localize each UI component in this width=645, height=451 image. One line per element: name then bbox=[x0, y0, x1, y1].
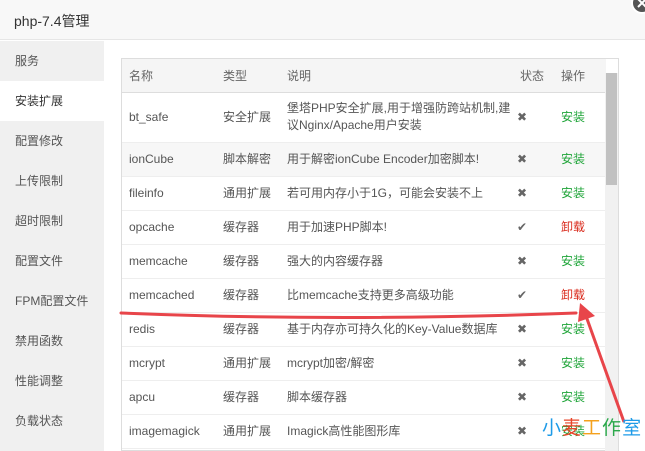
dialog-title: php-7.4管理 bbox=[14, 13, 90, 29]
col-header-desc: 说明 bbox=[280, 59, 513, 93]
table-header-row: 名称 类型 说明 状态 操作 bbox=[122, 59, 606, 93]
ext-desc: 基于内存亦可持久化的Key-Value数据库 bbox=[280, 312, 513, 347]
ext-name: mcrypt bbox=[122, 346, 216, 381]
action-cell: 卸载 bbox=[554, 278, 606, 313]
table-row: mcrypt 通用扩展 mcrypt加密/解密 ✖ 安装 bbox=[122, 346, 606, 381]
col-header-name: 名称 bbox=[122, 59, 216, 93]
action-cell: 安装 bbox=[554, 176, 606, 211]
ext-status-icon: ✖ bbox=[513, 380, 554, 415]
ext-desc: 用于解密ionCube Encoder加密脚本! bbox=[280, 142, 513, 177]
ext-desc: Imagick高性能图形库 bbox=[280, 414, 513, 449]
watermark-char: 工 bbox=[582, 418, 603, 439]
uninstall-button[interactable]: 卸载 bbox=[561, 220, 585, 234]
ext-desc: 若可用内存小于1G，可能会安装不上 bbox=[280, 176, 513, 211]
watermark: 小麦工作室 bbox=[542, 413, 642, 440]
action-cell: 安装 bbox=[554, 380, 606, 415]
watermark-char: 麦 bbox=[562, 418, 583, 439]
ext-desc: 堡塔PHP安全扩展,用于增强防跨站机制,建议Nginx/Apache用户安装 bbox=[280, 92, 513, 143]
table-row: memcached 缓存器 比memcache支持更多高级功能 ✔ 卸载 bbox=[122, 278, 606, 313]
install-button[interactable]: 安装 bbox=[561, 390, 585, 404]
table-row: ionCube 脚本解密 用于解密ionCube Encoder加密脚本! ✖ 安装 bbox=[122, 142, 606, 177]
uninstall-button[interactable]: 卸载 bbox=[561, 288, 585, 302]
ext-type: 缓存器 bbox=[216, 312, 280, 347]
extensions-table-container: 名称 类型 说明 状态 操作 bt_safe 安全扩展 堡塔PHP安全扩展,用于增强… bbox=[121, 58, 619, 451]
ext-name: bt_safe bbox=[122, 92, 216, 143]
install-button[interactable]: 安装 bbox=[561, 110, 585, 124]
sidebar-item[interactable]: 禁用函数 bbox=[0, 321, 104, 361]
ext-status-icon: ✖ bbox=[513, 92, 554, 143]
ext-status-icon: ✖ bbox=[513, 312, 554, 347]
ext-type: 缓存器 bbox=[216, 210, 280, 245]
table-row: memcache 缓存器 强大的内容缓存器 ✖ 安装 bbox=[122, 244, 606, 279]
table-row: bt_safe 安全扩展 堡塔PHP安全扩展,用于增强防跨站机制,建议Nginx/A… bbox=[122, 92, 606, 143]
ext-desc: 强大的内容缓存器 bbox=[280, 244, 513, 279]
php-manager-dialog: php-7.4管理 服务 安装扩展 配置修改 上传限制 超时限制 配置文件 FPM配置文件禁… bbox=[0, 0, 645, 451]
dialog-titlebar: php-7.4管理 bbox=[0, 0, 645, 40]
ext-name: ionCube bbox=[122, 142, 216, 177]
sidebar-item[interactable]: 服务 bbox=[0, 41, 104, 81]
ext-name: memcache bbox=[122, 244, 216, 279]
action-cell: 安装 bbox=[554, 142, 606, 177]
ext-status-icon: ✖ bbox=[513, 346, 554, 381]
install-button[interactable]: 安装 bbox=[561, 186, 585, 200]
sidebar-item[interactable]: 超时限制 bbox=[0, 201, 104, 241]
watermark-char: 作 bbox=[602, 418, 623, 439]
action-cell: 安装 bbox=[554, 244, 606, 279]
col-header-status: 状态 bbox=[513, 59, 554, 93]
ext-type: 缓存器 bbox=[216, 244, 280, 279]
col-header-type: 类型 bbox=[216, 59, 280, 93]
table-scrollbar[interactable] bbox=[605, 73, 618, 451]
table-row: redis 缓存器 基于内存亦可持久化的Key-Value数据库 ✖ 安装 bbox=[122, 312, 606, 347]
sidebar-item[interactable]: 上传限制 bbox=[0, 161, 104, 201]
ext-name: opcache bbox=[122, 210, 216, 245]
ext-type: 脚本解密 bbox=[216, 142, 280, 177]
ext-name: fileinfo bbox=[122, 176, 216, 211]
table-row: opcache 缓存器 用于加速PHP脚本! ✔ 卸载 bbox=[122, 210, 606, 245]
watermark-char: 小 bbox=[542, 418, 563, 439]
install-button[interactable]: 安装 bbox=[561, 254, 585, 268]
action-cell: 安装 bbox=[554, 92, 606, 143]
scrollbar-thumb[interactable] bbox=[606, 73, 617, 185]
ext-type: 安全扩展 bbox=[216, 92, 280, 143]
ext-status-icon: ✖ bbox=[513, 176, 554, 211]
sidebar-item[interactable]: 负载状态 bbox=[0, 401, 104, 441]
ext-name: imagemagick bbox=[122, 414, 216, 449]
action-cell: 安装 bbox=[554, 346, 606, 381]
ext-type: 缓存器 bbox=[216, 278, 280, 313]
ext-name: apcu bbox=[122, 380, 216, 415]
table-row: fileinfo 通用扩展 若可用内存小于1G，可能会安装不上 ✖ 安装 bbox=[122, 176, 606, 211]
install-button[interactable]: 安装 bbox=[561, 322, 585, 336]
extensions-table: 名称 类型 说明 状态 操作 bt_safe 安全扩展 堡塔PHP安全扩展,用于增强… bbox=[122, 59, 606, 449]
sidebar: 服务 安装扩展 配置修改 上传限制 超时限制 配置文件 FPM配置文件 禁用函数 性能调整 负载状… bbox=[0, 41, 104, 451]
ext-type: 通用扩展 bbox=[216, 346, 280, 381]
table-row: imagemagick 通用扩展 Imagick高性能图形库 ✖ 安装 bbox=[122, 414, 606, 449]
ext-type: 通用扩展 bbox=[216, 176, 280, 211]
ext-desc: 用于加速PHP脚本! bbox=[280, 210, 513, 245]
ext-status-icon: ✔ bbox=[513, 278, 554, 313]
ext-type: 通用扩展 bbox=[216, 414, 280, 449]
ext-desc: 脚本缓存器 bbox=[280, 380, 513, 415]
action-cell: 卸载 bbox=[554, 210, 606, 245]
table-row: apcu 缓存器 脚本缓存器 ✖ 安装 bbox=[122, 380, 606, 415]
ext-type: 缓存器 bbox=[216, 380, 280, 415]
sidebar-item[interactable]: 性能调整 bbox=[0, 361, 104, 401]
watermark-char: 室 bbox=[622, 418, 643, 439]
sidebar-item[interactable]: 配置修改 bbox=[0, 121, 104, 161]
sidebar-item[interactable]: FPM配置文件 bbox=[0, 281, 104, 321]
ext-desc: 比memcache支持更多高级功能 bbox=[280, 278, 513, 313]
sidebar-item[interactable]: 安装扩展 bbox=[0, 81, 104, 121]
install-button[interactable]: 安装 bbox=[561, 152, 585, 166]
ext-status-icon: ✖ bbox=[513, 142, 554, 177]
ext-status-icon: ✖ bbox=[513, 244, 554, 279]
ext-status-icon: ✔ bbox=[513, 210, 554, 245]
ext-desc: mcrypt加密/解密 bbox=[280, 346, 513, 381]
ext-name: memcached bbox=[122, 278, 216, 313]
sidebar-item[interactable]: 配置文件 bbox=[0, 241, 104, 281]
install-button[interactable]: 安装 bbox=[561, 356, 585, 370]
col-header-action: 操作 bbox=[554, 59, 606, 93]
action-cell: 安装 bbox=[554, 312, 606, 347]
ext-name: redis bbox=[122, 312, 216, 347]
